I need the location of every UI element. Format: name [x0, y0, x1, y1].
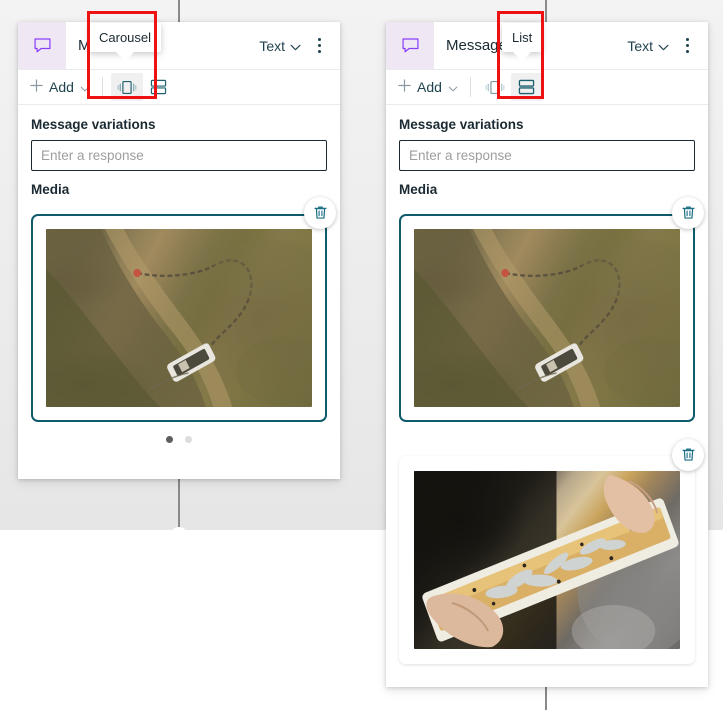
message-format-value: Text: [627, 37, 653, 54]
carousel-layout-icon[interactable]: [479, 73, 511, 101]
connector-line-above-list-node: [545, 0, 547, 22]
message-node-list[interactable]: Message Text Add Message variations Ente…: [386, 22, 708, 687]
message-variations-label: Message variations: [399, 117, 524, 132]
tooltip-carousel: Carousel: [89, 23, 162, 52]
list-layout-icon[interactable]: [510, 73, 543, 101]
media-card[interactable]: [399, 214, 695, 422]
node-header-actions-list: Text: [624, 33, 708, 59]
message-bubble-icon: [386, 22, 434, 69]
node-body-carousel: Message variations Media: [18, 105, 340, 461]
aerial-boat-photo: [414, 229, 680, 407]
add-button-list[interactable]: Add: [394, 76, 462, 98]
media-card-wrapper: [31, 197, 336, 422]
node-header-carousel: Message Text: [18, 22, 340, 70]
list-layout-icon[interactable]: [143, 73, 175, 101]
message-bubble-icon: [18, 22, 66, 69]
pagination-dot[interactable]: [185, 436, 192, 443]
node-header-list: Message Text: [386, 22, 708, 70]
media-card[interactable]: [399, 456, 695, 664]
trash-icon[interactable]: [672, 197, 704, 229]
tooltip-label: Carousel: [99, 30, 152, 45]
carousel-layout-icon[interactable]: [110, 73, 143, 101]
chevron-down-icon: [658, 38, 669, 54]
plus-icon: [30, 79, 43, 95]
media-card-wrapper: [399, 197, 704, 422]
chevron-down-icon: [448, 79, 458, 95]
tooltip-list: List: [502, 23, 543, 52]
aerial-boat-photo: [46, 229, 312, 407]
pagination-dot-active[interactable]: [166, 436, 173, 443]
plus-icon: [398, 79, 411, 95]
message-variation-input[interactable]: [399, 140, 695, 171]
add-button-carousel[interactable]: Add: [26, 76, 94, 98]
tooltip-label: List: [512, 30, 533, 45]
chevron-down-icon: [290, 38, 301, 54]
media-image: [414, 229, 680, 407]
node-header-actions-carousel: Text: [256, 33, 340, 59]
node-toolbar-carousel: Add: [18, 70, 340, 105]
add-button-label: Add: [49, 79, 74, 95]
trash-icon[interactable]: [672, 439, 704, 471]
media-card[interactable]: [31, 214, 327, 422]
connector-endpoint-carousel: [170, 527, 188, 545]
node-body-list: Message variations Media: [386, 105, 708, 674]
message-format-dropdown-list[interactable]: Text: [624, 34, 672, 58]
trash-icon[interactable]: [304, 197, 336, 229]
chevron-down-icon: [80, 79, 90, 95]
connector-line-above-carousel-node: [178, 0, 180, 22]
media-image: [46, 229, 312, 407]
carousel-pagination[interactable]: [31, 422, 327, 451]
media-card-wrapper: [399, 439, 704, 664]
media-section-label: Media: [31, 182, 70, 197]
media-image: [414, 471, 680, 649]
toolbar-divider: [101, 77, 103, 97]
add-button-label: Add: [417, 79, 442, 95]
fish-tray-photo: [414, 471, 680, 649]
kebab-menu-icon[interactable]: [676, 33, 698, 59]
message-format-dropdown-carousel[interactable]: Text: [256, 34, 304, 58]
kebab-menu-icon[interactable]: [308, 33, 330, 59]
connector-line-below-list-node: [545, 687, 547, 710]
media-section-label: Media: [399, 182, 438, 197]
message-variation-input[interactable]: [31, 140, 327, 171]
connector-line-below-carousel-node: [178, 479, 180, 534]
toolbar-divider: [469, 77, 471, 97]
node-toolbar-list: Add: [386, 70, 708, 105]
message-variations-label: Message variations: [31, 117, 156, 132]
message-format-value: Text: [259, 37, 285, 54]
message-node-carousel[interactable]: Message Text Add: [18, 22, 340, 479]
